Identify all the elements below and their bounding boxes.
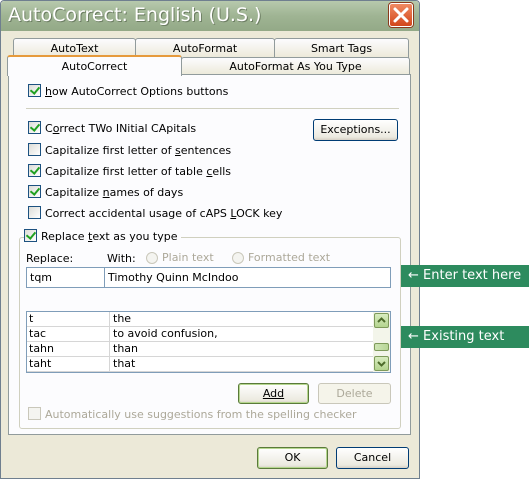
list-item[interactable]: tac to avoid confusion, [27,327,373,342]
formatted-text-radio[interactable]: Formatted text [232,251,330,264]
ok-button-label: OK [284,451,301,464]
entry-replace: t [29,312,34,325]
column-separator [109,357,110,372]
checkbox-box[interactable] [28,407,41,420]
checkbox-box[interactable] [28,164,41,177]
checkbox-box[interactable] [28,206,41,219]
list-item[interactable]: tahn than [27,342,373,357]
with-label-text: With: [107,252,136,265]
caps-lock-checkbox[interactable]: Correct accidental usage of cAPS LOCK ke… [28,206,282,222]
chevron-down-icon [377,361,386,367]
add-button-label: Add [262,387,285,400]
scrollbar-thumb[interactable] [374,343,389,351]
tab-autoformat-as-you-type[interactable]: AutoFormat As You Type [181,57,410,75]
entry-replace: tac [29,327,47,340]
checkbox-label-pre: Correct accidental usage of cAPS [45,207,231,220]
arrow-left-icon: ← [408,268,419,283]
formatted-text-label: Formatted text [248,251,331,264]
entry-with: that [113,357,136,370]
plain-text-radio[interactable]: Plain text [146,251,214,264]
list-item[interactable]: taht that [27,357,373,372]
tab-smart-tags[interactable]: Smart Tags [274,38,409,58]
delete-button[interactable]: Delete [318,383,391,404]
show-autocorrect-options-checkbox[interactable]: how AutoCorrect Options buttons [28,84,228,100]
arrow-left-icon: ← [408,329,419,344]
checkbox-label-post: ow AutoCorrect Options buttons [51,85,229,98]
cancel-button[interactable]: Cancel [336,447,409,469]
with-label: With: [107,252,136,265]
column-separator [109,327,110,342]
entry-replace: taht [29,357,52,370]
replace-text-as-you-type-checkbox[interactable]: Replace text as you type [24,229,181,245]
checkbox-box[interactable] [28,121,41,134]
title-bar[interactable]: AutoCorrect: English (U.S.) [1,1,419,31]
column-separator [109,312,110,327]
entry-with: to avoid confusion, [113,327,218,340]
close-icon [393,7,409,23]
checkbox-label: Automatically use suggestions from the s… [45,408,357,421]
entry-replace: tahn [29,342,54,355]
checkbox-label-pre: Replace [41,230,89,243]
capitalize-first-sentences-checkbox[interactable]: Capitalize first letter of sentences [28,143,231,159]
chevron-up-icon [377,317,386,323]
exceptions-button[interactable]: Exceptions... [313,119,398,141]
cancel-button-label: Cancel [353,451,392,464]
capitalize-names-of-days-checkbox[interactable]: Capitalize names of days [28,185,183,201]
radio-circle[interactable] [232,252,244,264]
entry-with: than [113,342,138,355]
capitalize-first-table-cells-checkbox[interactable]: Capitalize first letter of table cells [28,164,231,180]
replace-label-text: Replace: [26,252,74,265]
checkbox-label-pre: Capitalize first letter of table [45,165,207,178]
existing-text-callout: ← Existing text [401,326,529,348]
with-input[interactable]: Timothy Quinn McIndoo [104,267,391,288]
tab-autoformat-label: AutoFormat [172,42,238,55]
scroll-up-button[interactable] [374,313,389,328]
checkbox-box[interactable] [28,185,41,198]
checkbox-label-key: h [45,85,52,98]
checkbox-label-post: rrect TWo INitial CApitals [59,122,197,135]
tab-autoformat-as-you-type-label: AutoFormat As You Type [229,60,362,73]
checkbox-box[interactable] [28,84,41,97]
checkbox-label-post: entences [180,144,232,157]
window-title: AutoCorrect: English (U.S.) [8,4,262,26]
replace-input[interactable]: tqm [26,267,105,288]
tab-smart-tags-label: Smart Tags [310,42,373,55]
checkbox-box[interactable] [28,143,41,156]
correct-two-initial-capitals-checkbox[interactable]: Correct TWo INitial CApitals [28,121,196,137]
autocorrect-entries-list[interactable]: t the tac to avoid confusion, tahn than … [26,311,391,373]
entry-with: the [113,312,132,325]
callout-label: Existing text [423,329,505,344]
checkbox-label-pre: Capitalize [45,186,103,199]
divider [26,108,399,109]
scroll-down-button[interactable] [374,356,389,371]
checkbox-box[interactable] [24,229,37,242]
close-button[interactable] [389,3,413,27]
checkbox-label-post: ames of days [109,186,184,199]
checkbox-label-post: ext as you type [92,230,178,243]
radio-circle[interactable] [146,252,158,264]
tab-autocorrect-label: AutoCorrect [61,60,128,73]
ok-button[interactable]: OK [257,447,328,469]
replace-input-value: tqm [30,271,53,284]
with-input-value: Timothy Quinn McIndoo [108,271,239,284]
replace-label: Replace: [26,252,73,265]
checkbox-label-post: OCK key [236,207,283,220]
auto-suggestions-checkbox[interactable]: Automatically use suggestions from the s… [28,407,357,423]
exceptions-button-label: Exceptions... [320,123,391,136]
checkbox-label-pre: C [45,122,53,135]
tab-autotext-label: AutoText [50,42,99,55]
delete-button-label: Delete [336,387,373,400]
column-separator [109,342,110,357]
list-item[interactable]: t the [27,312,373,327]
checkbox-label-post: ells [212,165,232,178]
add-button[interactable]: Add [238,383,309,404]
tab-autocorrect[interactable]: AutoCorrect [7,55,182,76]
checkbox-label-pre: Capitalize first letter of [45,144,175,157]
checkbox-label-key: n [102,186,110,199]
enter-text-callout: ← Enter text here [401,265,529,287]
callout-label: Enter text here [423,268,522,283]
plain-text-label: Plain text [162,251,214,264]
